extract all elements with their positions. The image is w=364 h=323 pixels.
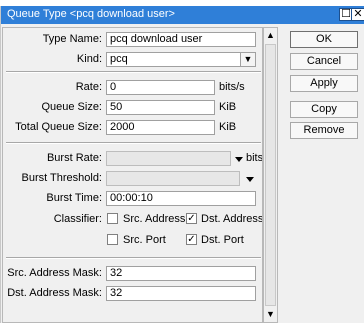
dst-address-mask-label: Dst. Address Mask: [7,287,102,299]
window-titlebar[interactable]: Queue Type <pcq download user> ☐ ✕ [1,6,364,24]
separator [6,71,261,73]
kind-value: pcq [110,53,128,65]
dst-address-checkbox-label[interactable]: Dst. Address [201,213,262,225]
burst-threshold-label: Burst Threshold: [21,172,102,184]
remove-button[interactable]: Remove [290,122,358,139]
type-name-input[interactable]: pcq download user [106,32,256,47]
burst-time-label: Burst Time: [46,192,102,204]
burst-time-input[interactable]: 00:00:10 [106,191,256,206]
src-port-checkbox-label[interactable]: Src. Port [123,234,166,246]
total-queue-size-unit: KiB [219,121,237,133]
dropdown-arrow-icon[interactable]: ▼ [240,53,255,66]
rate-input[interactable]: 0 [106,80,215,95]
src-port-checkbox[interactable] [107,234,118,245]
burst-threshold-input[interactable] [106,171,240,186]
ok-button[interactable]: OK [290,31,358,48]
kind-select[interactable]: pcq ▼ [106,52,256,67]
rate-label: Rate: [75,81,102,93]
form-scrollbar[interactable]: ▲ ▼ [263,27,278,323]
src-address-mask-input[interactable]: 32 [106,266,256,281]
kind-label: Kind: [76,53,102,65]
queue-size-label: Queue Size: [41,101,102,113]
scroll-up-arrow-icon[interactable]: ▲ [265,30,276,41]
src-address-checkbox[interactable] [107,213,118,224]
scroll-down-arrow-icon[interactable]: ▼ [265,309,276,320]
window-title: Queue Type <pcq download user> [7,8,175,20]
total-queue-size-input[interactable]: 2000 [106,120,215,135]
burst-rate-label: Burst Rate: [46,152,102,164]
queue-type-window: Queue Type <pcq download user> ☐ ✕ Type … [0,6,364,323]
close-icon[interactable]: ✕ [351,8,364,21]
separator [6,257,261,259]
dst-port-checkbox[interactable]: ✓ [186,234,197,245]
burst-rate-unit: bits/s [246,152,263,164]
src-address-checkbox-label[interactable]: Src. Address [123,213,185,225]
burst-rate-dropdown-icon[interactable] [235,157,243,162]
type-name-label: Type Name: [42,33,102,45]
apply-button[interactable]: Apply [290,75,358,92]
dst-address-mask-input[interactable]: 32 [106,286,256,301]
queue-size-unit: KiB [219,101,237,113]
separator [6,142,261,144]
copy-button[interactable]: Copy [290,101,358,118]
form-panel: Type Name: pcq download user Kind: pcq ▼… [2,27,263,323]
classifier-label: Classifier: [53,213,102,225]
dst-address-checkbox[interactable]: ✓ [186,213,197,224]
rate-unit: bits/s [219,81,245,93]
total-queue-size-label: Total Queue Size: [15,121,102,133]
burst-rate-input[interactable] [106,151,231,166]
scrollbar-thumb[interactable] [265,44,276,306]
cancel-button[interactable]: Cancel [290,53,358,70]
queue-size-input[interactable]: 50 [106,100,215,115]
burst-threshold-dropdown-icon[interactable] [246,177,254,182]
src-address-mask-label: Src. Address Mask: [7,267,102,279]
dst-port-checkbox-label[interactable]: Dst. Port [201,234,244,246]
